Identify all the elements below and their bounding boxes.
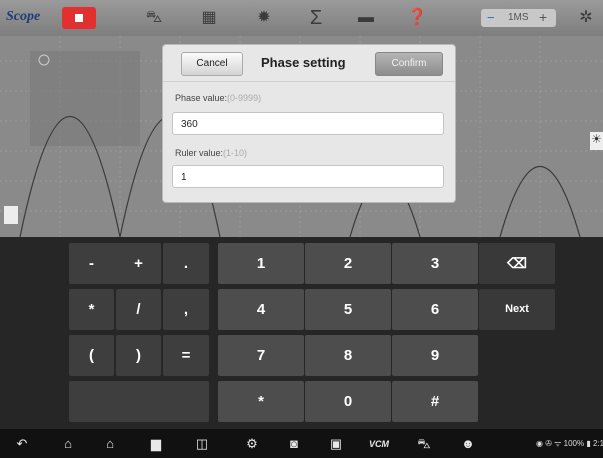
keyboard-keys: - + . 1 2 3 ⌫ * / , 4 5 6 Next ( ) = 7 8… <box>0 237 603 429</box>
user-icon[interactable]: ☻ <box>458 434 478 454</box>
phase-value-input[interactable]: 360 <box>172 112 444 135</box>
timebase-minus-button[interactable]: − <box>487 10 495 25</box>
space-key[interactable] <box>69 381 209 422</box>
car-icon[interactable]: ⛍ <box>144 8 164 28</box>
dialog-title: Phase setting <box>261 55 346 70</box>
light-bulb-icon[interactable]: ☀ <box>590 132 603 150</box>
key-asterisk[interactable]: * <box>69 289 114 330</box>
key-comma[interactable]: , <box>163 289 209 330</box>
key-close-paren[interactable]: ) <box>116 335 161 376</box>
settings-icon[interactable]: ✲ <box>576 8 596 28</box>
cancel-button[interactable]: Cancel <box>181 52 243 76</box>
key-2[interactable]: 2 <box>305 243 391 284</box>
key-minus[interactable]: - <box>69 243 114 284</box>
key-8[interactable]: 8 <box>305 335 391 376</box>
key-7[interactable]: 7 <box>218 335 304 376</box>
timebase-value: 1MS <box>508 12 529 23</box>
folder-icon[interactable]: ▬ <box>356 8 376 28</box>
confirm-button[interactable]: Confirm <box>375 52 443 76</box>
help-icon[interactable]: ❓ <box>407 8 427 28</box>
scope-logo: Scope <box>6 9 41 24</box>
car-icon[interactable]: ⛍ <box>414 434 434 454</box>
key-equals[interactable]: = <box>163 335 209 376</box>
key-period[interactable]: . <box>163 243 209 284</box>
multitask-icon[interactable]: ◫ <box>192 434 212 454</box>
key-4[interactable]: 4 <box>218 289 304 330</box>
recent-apps-icon[interactable]: ▆ <box>146 434 166 454</box>
phase-setting-dialog: Cancel Phase setting Confirm Phase value… <box>162 44 456 203</box>
key-hash[interactable]: # <box>392 381 478 422</box>
screenshot-icon[interactable]: ▣ <box>326 434 346 454</box>
ruler-value-input[interactable]: 1 <box>172 165 444 188</box>
stop-icon <box>75 14 83 22</box>
key-0[interactable]: 0 <box>305 381 391 422</box>
next-key[interactable]: Next <box>479 289 555 330</box>
gear-icon[interactable]: ✹ <box>254 8 274 28</box>
key-1[interactable]: 1 <box>218 243 304 284</box>
home-icon[interactable]: ⌂ <box>58 434 78 454</box>
key-5[interactable]: 5 <box>305 289 391 330</box>
key-star[interactable]: * <box>218 381 304 422</box>
ruler-value-range: (1-10) <box>223 148 248 158</box>
phase-value-label: Phase value:(0-9999) <box>175 93 262 103</box>
ruler-value-label: Ruler value:(1-10) <box>175 148 248 158</box>
house-icon[interactable]: ⌂ <box>100 434 120 454</box>
backspace-key[interactable]: ⌫ <box>479 243 555 284</box>
sigma-icon[interactable]: Σ <box>306 8 326 28</box>
key-open-paren[interactable]: ( <box>69 335 114 376</box>
camera-icon[interactable]: ◙ <box>284 434 304 454</box>
calculator-icon[interactable]: ▦ <box>199 8 219 28</box>
top-toolbar: Scope ⛍ ▦ ✹ Σ ▬ ❓ − 1MS + ✲ <box>0 0 603 36</box>
phase-value-range: (0-9999) <box>227 93 262 103</box>
vcm-icon[interactable]: VCM <box>366 434 392 454</box>
settings-wheel-icon[interactable]: ⚙ <box>242 434 262 454</box>
key-3[interactable]: 3 <box>392 243 478 284</box>
system-navbar: ↶ ⌂ ⌂ ▆ ◫ ⚙ ◙ ▣ VCM ⛍ ☻ ◉ ✇ ᯤ 100% ▮ 2:1… <box>0 429 603 458</box>
key-slash[interactable]: / <box>116 289 161 330</box>
status-bar: ◉ ✇ ᯤ 100% ▮ 2:10 <box>536 439 603 448</box>
timebase-plus-button[interactable]: + <box>539 9 547 25</box>
key-9[interactable]: 9 <box>392 335 478 376</box>
key-plus[interactable]: + <box>116 243 161 284</box>
dialog-header: Cancel Phase setting Confirm <box>163 45 455 82</box>
timebase-control: − 1MS + <box>481 9 556 27</box>
back-icon[interactable]: ↶ <box>12 434 32 454</box>
key-6[interactable]: 6 <box>392 289 478 330</box>
stop-button[interactable] <box>62 7 96 29</box>
